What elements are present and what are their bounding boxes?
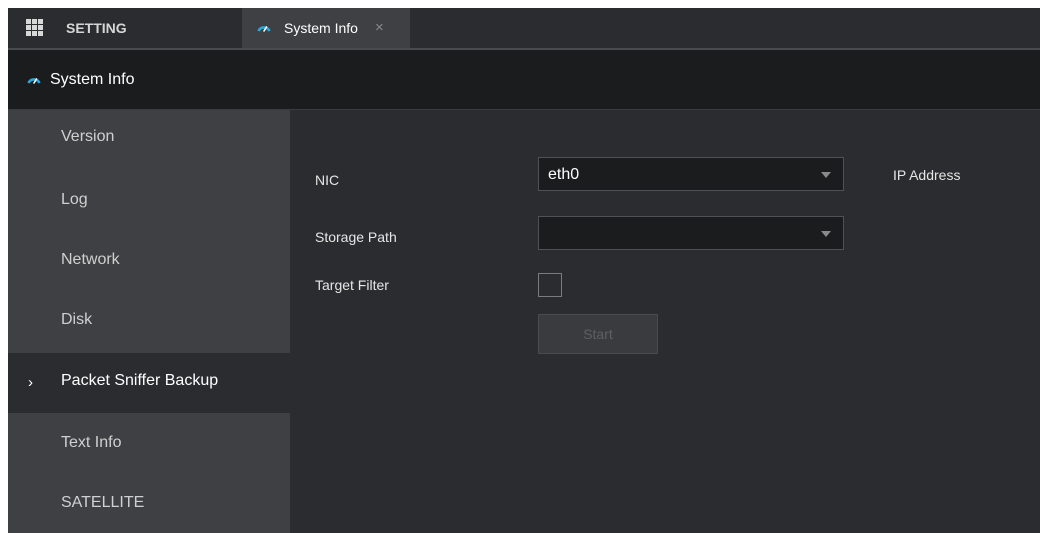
- gauge-icon: [27, 78, 41, 84]
- target-filter-label: Target Filter: [315, 277, 389, 293]
- sidebar-item-label: Packet Sniffer Backup: [61, 372, 219, 389]
- chevron-right-icon: ›: [28, 374, 33, 391]
- nic-value: eth0: [548, 166, 580, 183]
- grid-icon[interactable]: [26, 19, 43, 36]
- target-filter-checkbox[interactable]: [538, 273, 562, 297]
- sidebar-item-text-info[interactable]: Text Info: [8, 413, 290, 473]
- sidebar-item-log[interactable]: Log: [8, 170, 290, 230]
- nic-label: NIC: [315, 172, 340, 188]
- sidebar-item-label: Network: [61, 251, 120, 268]
- sidebar-item-version[interactable]: Version: [8, 110, 290, 170]
- sidebar-item-label: Disk: [61, 311, 93, 328]
- storage-path-label: Storage Path: [315, 229, 397, 245]
- top-tab-bar: SETTING System Info ×: [8, 8, 1040, 50]
- sidebar: Version Log Network Disk › Packet Sniffe…: [8, 110, 290, 533]
- sidebar-item-satellite[interactable]: SATELLITE: [8, 473, 290, 533]
- sidebar-item-label: SATELLITE: [61, 494, 145, 511]
- sidebar-item-label: Text Info: [61, 434, 122, 451]
- close-icon[interactable]: ×: [375, 8, 384, 48]
- sidebar-item-label: Version: [61, 128, 115, 145]
- storage-path-select[interactable]: [538, 216, 844, 250]
- nic-select[interactable]: eth0: [538, 157, 844, 191]
- sidebar-item-network[interactable]: Network: [8, 230, 290, 290]
- tab-system-info[interactable]: System Info ×: [242, 8, 410, 48]
- sidebar-item-packet-sniffer-backup[interactable]: › Packet Sniffer Backup: [8, 353, 290, 413]
- ip-address-label: IP Address: [893, 167, 961, 183]
- setting-button[interactable]: SETTING: [66, 8, 127, 48]
- caret-down-icon: [821, 231, 831, 237]
- gauge-icon: [257, 26, 271, 32]
- sidebar-item-disk[interactable]: Disk: [8, 290, 290, 350]
- start-button[interactable]: Start: [538, 314, 658, 354]
- page-title: System Info: [50, 71, 135, 88]
- app-frame: SETTING System Info × System Info Versio…: [8, 8, 1040, 533]
- tab-label: System Info: [284, 20, 358, 36]
- caret-down-icon: [821, 172, 831, 178]
- main-panel: NIC eth0 IP Address Storage Path Target …: [290, 110, 1040, 533]
- sidebar-item-label: Log: [61, 191, 88, 208]
- page-header: System Info: [8, 50, 1040, 110]
